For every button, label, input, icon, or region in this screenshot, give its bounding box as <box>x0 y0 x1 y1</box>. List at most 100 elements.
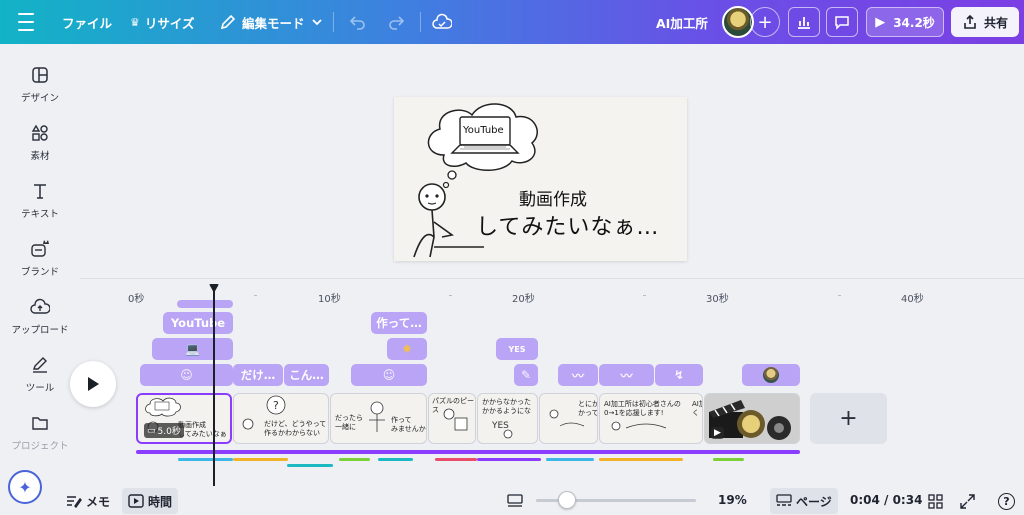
timeline-element-pencil[interactable]: ✎ <box>514 364 538 386</box>
chevron-down-icon <box>311 19 322 26</box>
audio-segment[interactable] <box>339 458 370 461</box>
audio-segment[interactable] <box>477 458 541 461</box>
add-page-button[interactable]: + <box>810 393 887 444</box>
timeline-element-sketch2[interactable]: 〰 <box>599 364 654 386</box>
sidebar-item-label: 素材 <box>30 151 50 162</box>
notes-button[interactable]: メモ <box>60 488 116 514</box>
edit-mode-dropdown[interactable]: 編集モード <box>220 0 323 44</box>
sidebar-item-design[interactable]: デザイン <box>0 60 80 110</box>
zoom-level[interactable]: 19% <box>718 488 747 512</box>
clip-text: だけど、どうやって 作るかわからない <box>264 420 327 437</box>
timeline-element-figure2[interactable]: ☺ <box>351 364 427 386</box>
sketch-icon: 〰 <box>571 368 584 383</box>
timeline-element-sun[interactable]: ✸ <box>387 338 427 360</box>
canvas-heading-line2[interactable]: してみたいなぁ… <box>476 209 659 241</box>
draw-icon <box>29 354 51 376</box>
pages-view-button[interactable]: ページ <box>770 488 838 514</box>
timeline-element-kon[interactable]: こん… <box>284 364 329 386</box>
audio-segment[interactable] <box>233 458 288 461</box>
canvas-heading-line1[interactable]: 動画作成 <box>519 185 587 210</box>
playhead[interactable] <box>213 290 215 486</box>
magic-sparkle-button[interactable]: ✦ <box>8 470 42 504</box>
timeline-play-button[interactable] <box>70 361 116 407</box>
sidebar-item-uploads[interactable]: アップロード <box>0 292 80 342</box>
clip-text: かからなかった かかるようにな <box>482 398 531 415</box>
notes-label: メモ <box>86 494 111 509</box>
comments-button[interactable] <box>826 7 858 37</box>
add-collaborator-button[interactable]: + <box>750 7 780 37</box>
share-button[interactable]: 共有 <box>951 7 1019 37</box>
svg-text:?: ? <box>273 399 279 412</box>
thumbnail-view-button[interactable] <box>500 488 530 514</box>
cloud-saved-icon[interactable] <box>430 10 454 34</box>
ruler-tick <box>449 295 452 296</box>
timeline-clip-2[interactable]: ? だけど、どうやって 作るかわからない <box>233 393 329 444</box>
sidebar-item-projects[interactable]: プロジェクト <box>0 408 80 458</box>
sidebar-item-label: ツール <box>25 383 55 394</box>
timeline-element-logo[interactable] <box>742 364 800 386</box>
expand-icon <box>960 493 975 509</box>
timeline-element-figure[interactable]: ☺ <box>140 364 233 386</box>
timing-button[interactable]: 時間 <box>122 488 179 514</box>
redo-icon[interactable] <box>384 10 408 34</box>
audio-segment[interactable] <box>546 458 594 461</box>
sidebar-item-label: アップロード <box>11 325 69 336</box>
help-button[interactable]: ? <box>992 488 1021 514</box>
ruler-label: 40秒 <box>901 294 924 305</box>
timeline-clip-4[interactable]: パズルのピース <box>428 393 476 444</box>
play-preview-button[interactable]: ▶ 34.2秒 <box>866 7 944 37</box>
timecode: 0:04 / 0:34 <box>850 493 923 507</box>
timeline-element-sketch3[interactable]: ↯ <box>655 364 703 386</box>
playhead-handle[interactable] <box>209 284 219 293</box>
audio-segment[interactable] <box>178 458 233 461</box>
audio-segment[interactable] <box>378 458 413 461</box>
audio-track[interactable] <box>136 450 800 454</box>
upload-icon <box>29 296 51 318</box>
clip-text: 作って みませんか? <box>391 416 427 433</box>
audio-segment[interactable] <box>287 464 333 467</box>
clip-text: AI加工所は初心者さんの 0→1を応援します! <box>604 400 681 417</box>
thumbnail-icon <box>507 494 523 507</box>
timeline-clip-3[interactable]: だったら 一緒に 作って みませんか? <box>330 393 427 444</box>
timeline-element-yes[interactable]: YES <box>496 338 538 360</box>
sidebar-item-text[interactable]: テキスト <box>0 176 80 226</box>
design-canvas[interactable]: YouTube 動画作成 してみたいなぁ… <box>394 97 687 261</box>
clip-text: だったら 一緒に <box>335 414 363 431</box>
sidebar: デザイン 素材 テキスト ブランド アップロード ツール プロジェクト ✦ <box>0 44 80 515</box>
top-bar: ファイル ♛ リサイズ 編集モード AI加工所 + ▶ 34.2秒 共有 <box>0 0 1024 44</box>
sidebar-item-tools[interactable]: ツール <box>0 350 80 400</box>
folder-icon <box>29 412 51 434</box>
sidebar-item-elements[interactable]: 素材 <box>0 118 80 168</box>
audio-segment[interactable] <box>713 458 744 461</box>
resize-label: リサイズ <box>144 15 195 31</box>
grid-view-button[interactable] <box>922 488 949 514</box>
timeline-clip-8[interactable]: ▶ <box>704 393 800 444</box>
project-name[interactable]: AI加工所 <box>656 0 708 44</box>
timeline-element[interactable] <box>177 300 233 308</box>
zoom-slider-handle[interactable] <box>558 491 576 509</box>
timeline-element-dake[interactable]: だけ… <box>233 364 283 386</box>
timeline-element-youtube[interactable]: YouTube <box>163 312 233 334</box>
timeline-clip-5[interactable]: YES かからなかった かかるようにな <box>477 393 538 444</box>
hamburger-menu-icon[interactable] <box>14 10 38 34</box>
insights-button[interactable] <box>788 7 820 37</box>
timeline-clip-7[interactable]: AI加工所は初心者さんの 0→1を応援します! AI加 く <box>599 393 703 444</box>
undo-icon[interactable] <box>346 10 370 34</box>
ruler-label: 30秒 <box>706 294 729 305</box>
sun-icon: ✸ <box>401 342 413 356</box>
sidebar-item-brand[interactable]: ブランド <box>0 234 80 284</box>
file-menu[interactable]: ファイル <box>62 0 112 44</box>
ruler-tick <box>838 295 841 296</box>
resize-button[interactable]: ♛ リサイズ <box>130 0 195 44</box>
audio-segment[interactable] <box>599 458 683 461</box>
timeline-clip-1[interactable]: 動画作成 してみたいなぁ ▭ 5.0秒 <box>136 393 232 444</box>
pages-icon <box>776 494 792 506</box>
brand-icon <box>29 238 51 260</box>
fullscreen-button[interactable] <box>954 488 981 514</box>
timeline-element-sketch[interactable]: 〰 <box>558 364 598 386</box>
audio-segment[interactable] <box>435 458 477 461</box>
timeline-clip-6[interactable]: とにか かって <box>539 393 598 444</box>
stick-figure-icon: ☺ <box>382 368 396 382</box>
timeline-element-laptop[interactable]: 💻 <box>152 338 233 360</box>
timeline-element-tsukutte[interactable]: 作って… <box>371 312 427 334</box>
